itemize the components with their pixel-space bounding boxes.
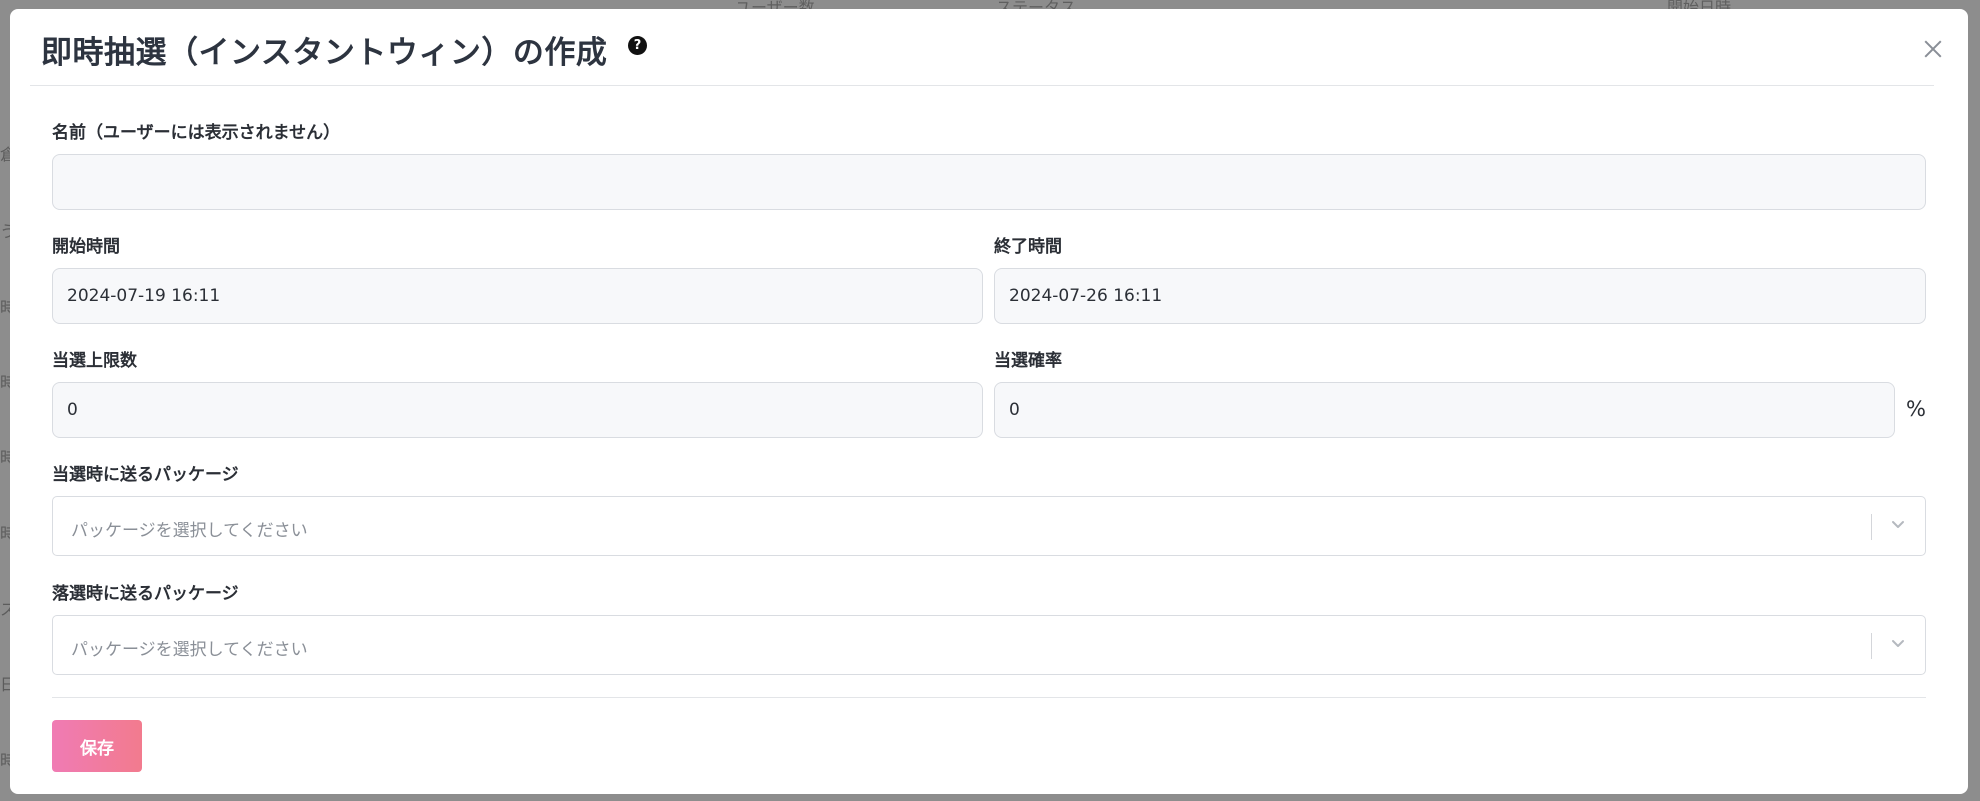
close-icon[interactable] bbox=[1923, 39, 1943, 59]
win-rate-input[interactable] bbox=[994, 382, 1895, 438]
win-package-label: 当選時に送るパッケージ bbox=[52, 465, 239, 485]
lose-package-label: 落選時に送るパッケージ bbox=[52, 584, 239, 604]
name-label: 名前（ユーザーには表示されません） bbox=[52, 123, 341, 143]
win-limit-label: 当選上限数 bbox=[52, 351, 137, 371]
background-row-fragment: う bbox=[0, 222, 10, 241]
save-button[interactable]: 保存 bbox=[52, 720, 142, 772]
background-row-fragment: 倉 bbox=[0, 145, 10, 164]
chevron-down-icon bbox=[1892, 640, 1904, 647]
win-limit-input[interactable] bbox=[52, 382, 983, 438]
select-separator bbox=[1871, 633, 1872, 659]
end-time-input[interactable] bbox=[994, 268, 1926, 324]
modal-title: 即時抽選（インスタントウィン）の作成 bbox=[41, 35, 608, 71]
background-row-fragment: 時 bbox=[0, 524, 10, 543]
form-divider bbox=[52, 697, 1926, 698]
background-row-fragment: 時 bbox=[0, 373, 10, 392]
win-package-placeholder: パッケージを選択してください bbox=[71, 521, 308, 541]
background-row-fragment: ス bbox=[0, 600, 10, 619]
start-time-label: 開始時間 bbox=[52, 237, 120, 257]
select-separator bbox=[1871, 514, 1872, 540]
end-time-label: 終了時間 bbox=[994, 237, 1062, 257]
background-row-fragment: 時 bbox=[0, 751, 10, 770]
background-row-fragment: 時 bbox=[0, 448, 10, 467]
percent-unit: % bbox=[1906, 397, 1926, 421]
question-circle-icon[interactable]: ? bbox=[628, 36, 647, 55]
chevron-down-icon bbox=[1892, 521, 1904, 528]
name-input[interactable] bbox=[52, 154, 1926, 210]
modal-header: 即時抽選（インスタントウィン）の作成 ? bbox=[30, 9, 1934, 86]
background-row-fragment: 時 bbox=[0, 298, 10, 317]
start-time-input[interactable] bbox=[52, 268, 983, 324]
lose-package-placeholder: パッケージを選択してください bbox=[71, 640, 308, 660]
lose-package-select[interactable]: パッケージを選択してください bbox=[52, 615, 1926, 675]
win-rate-label: 当選確率 bbox=[994, 351, 1062, 371]
background-row-fragment: 日 bbox=[0, 675, 10, 694]
win-package-select[interactable]: パッケージを選択してください bbox=[52, 496, 1926, 556]
